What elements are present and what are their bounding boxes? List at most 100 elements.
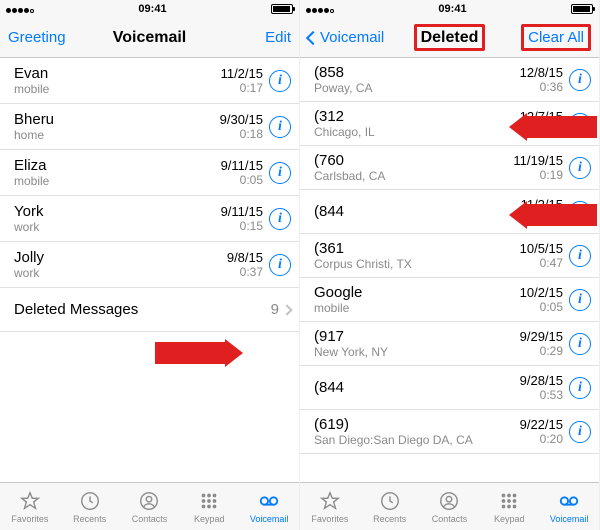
info-icon[interactable]: i [269, 116, 291, 138]
voicemail-row[interactable]: Evanmobile11/2/150:17i [0, 58, 299, 104]
caller-name: (312 [314, 108, 520, 125]
recents-icon [379, 490, 401, 512]
vm-date: 9/29/15 [520, 329, 563, 344]
info-icon[interactable]: i [569, 421, 591, 443]
tab-contacts[interactable]: Contacts [120, 483, 180, 530]
info-icon[interactable]: i [569, 377, 591, 399]
tab-label: Favorites [311, 514, 348, 524]
battery-icon [571, 4, 593, 14]
vm-duration: 0:20 [520, 432, 563, 446]
vm-duration: 0:47 [520, 256, 563, 270]
clear-all-button[interactable]: Clear All [521, 24, 591, 51]
voicemail-row[interactable]: (760Carlsbad, CA11/19/150:19i [300, 146, 599, 190]
caller-name: (858 [314, 64, 520, 81]
info-icon[interactable]: i [269, 162, 291, 184]
caller-sub: San Diego:San Diego DA, CA [314, 433, 520, 447]
favorites-icon [19, 490, 41, 512]
info-icon[interactable]: i [569, 69, 591, 91]
info-icon[interactable]: i [569, 289, 591, 311]
voicemail-row[interactable]: Bheruhome9/30/150:18i [0, 104, 299, 150]
caller-sub: home [14, 128, 220, 142]
tab-label: Recents [373, 514, 406, 524]
voicemail-row[interactable]: (361Corpus Christi, TX10/5/150:47i [300, 234, 599, 278]
tab-favorites[interactable]: Favorites [0, 483, 60, 530]
nav-bar: Voicemail Deleted Clear All [300, 18, 599, 58]
back-button[interactable]: Voicemail [308, 29, 384, 46]
caller-name: (844 [314, 203, 521, 220]
tab-recents[interactable]: Recents [360, 483, 420, 530]
status-bar: 09:41 [0, 0, 299, 18]
edit-button[interactable]: Edit [221, 29, 291, 46]
tab-bar: Favorites Recents Contacts Keypad Voicemail [0, 482, 299, 530]
info-icon[interactable]: i [269, 254, 291, 276]
voicemail-row[interactable]: (619)San Diego:San Diego DA, CA9/22/150:… [300, 410, 599, 454]
tab-voicemail[interactable]: Voicemail [239, 483, 299, 530]
voicemail-row[interactable]: (917New York, NY9/29/150:29i [300, 322, 599, 366]
annotation-arrow-icon [509, 114, 597, 140]
tab-contacts[interactable]: Contacts [420, 483, 480, 530]
tab-keypad[interactable]: Keypad [179, 483, 239, 530]
vm-date: 10/5/15 [520, 241, 563, 256]
info-icon[interactable]: i [269, 208, 291, 230]
contacts-icon [438, 490, 460, 512]
vm-date: 9/22/15 [520, 417, 563, 432]
voicemail-list[interactable]: Evanmobile11/2/150:17iBheruhome9/30/150:… [0, 58, 299, 482]
status-bar: 09:41 [300, 0, 599, 18]
voicemail-row[interactable]: (858Poway, CA12/8/150:36 i [300, 58, 599, 102]
info-icon[interactable]: i [269, 70, 291, 92]
deleted-count: 9 [271, 301, 279, 318]
caller-sub: work [14, 266, 227, 280]
voicemail-icon [258, 490, 280, 512]
vm-duration: 0:36 [520, 80, 563, 94]
info-icon[interactable]: i [569, 157, 591, 179]
nav-bar: Greeting Voicemail Edit [0, 18, 299, 58]
annotation-arrow-icon [155, 340, 243, 366]
vm-date: 9/8/15 [227, 250, 263, 265]
vm-duration: 0:19 [513, 168, 563, 182]
vm-duration: 0:29 [520, 344, 563, 358]
voicemail-row[interactable]: Elizamobile9/11/150:05i [0, 150, 299, 196]
status-time: 09:41 [438, 3, 466, 15]
caller-name: Google [314, 284, 520, 301]
tab-keypad[interactable]: Keypad [479, 483, 539, 530]
info-icon[interactable]: i [569, 333, 591, 355]
info-icon[interactable]: i [569, 245, 591, 267]
vm-date: 9/11/15 [221, 158, 263, 173]
vm-duration: 0:18 [220, 127, 263, 141]
tab-label: Voicemail [550, 514, 589, 524]
deleted-messages-row[interactable]: Deleted Messages9 [0, 288, 299, 332]
caller-name: (361 [314, 240, 520, 257]
voicemail-row[interactable]: Yorkwork9/11/150:15i [0, 196, 299, 242]
annotation-arrow-icon [509, 202, 597, 228]
tab-voicemail[interactable]: Voicemail [539, 483, 599, 530]
tab-label: Favorites [11, 514, 48, 524]
caller-name: (619) [314, 416, 520, 433]
vm-date: 12/8/15 [520, 65, 563, 80]
deleted-label: Deleted Messages [14, 301, 271, 318]
vm-date: 11/19/15 [513, 153, 563, 168]
tab-label: Voicemail [250, 514, 289, 524]
caller-name: Bheru [14, 111, 220, 128]
voicemail-screen: 09:41 Greeting Voicemail Edit Evanmobile… [0, 0, 300, 530]
tab-favorites[interactable]: Favorites [300, 483, 360, 530]
voicemail-row[interactable]: (8449/28/150:53i [300, 366, 599, 410]
vm-duration: 0:53 [520, 388, 563, 402]
keypad-icon [198, 490, 220, 512]
tab-bar: Favorites Recents ContactsKeypad Voicemail [300, 482, 599, 530]
favorites-icon [319, 490, 341, 512]
voicemail-row[interactable]: Googlemobile10/2/150:05i [300, 278, 599, 322]
greeting-button[interactable]: Greeting [8, 29, 78, 46]
vm-date: 11/2/15 [221, 66, 263, 81]
caller-sub: mobile [314, 301, 520, 315]
tab-label: Contacts [132, 514, 168, 524]
tab-recents[interactable]: Recents [60, 483, 120, 530]
caller-sub: Poway, CA [314, 81, 520, 95]
vm-duration: 0:05 [221, 173, 263, 187]
voicemail-row[interactable]: Jollywork9/8/150:37i [0, 242, 299, 288]
vm-duration: 0:05 [520, 300, 563, 314]
tab-label: Keypad [194, 514, 225, 524]
contacts-icon [138, 490, 160, 512]
caller-sub: New York, NY [314, 345, 520, 359]
caller-name: York [14, 203, 221, 220]
keypad-icon [498, 490, 520, 512]
